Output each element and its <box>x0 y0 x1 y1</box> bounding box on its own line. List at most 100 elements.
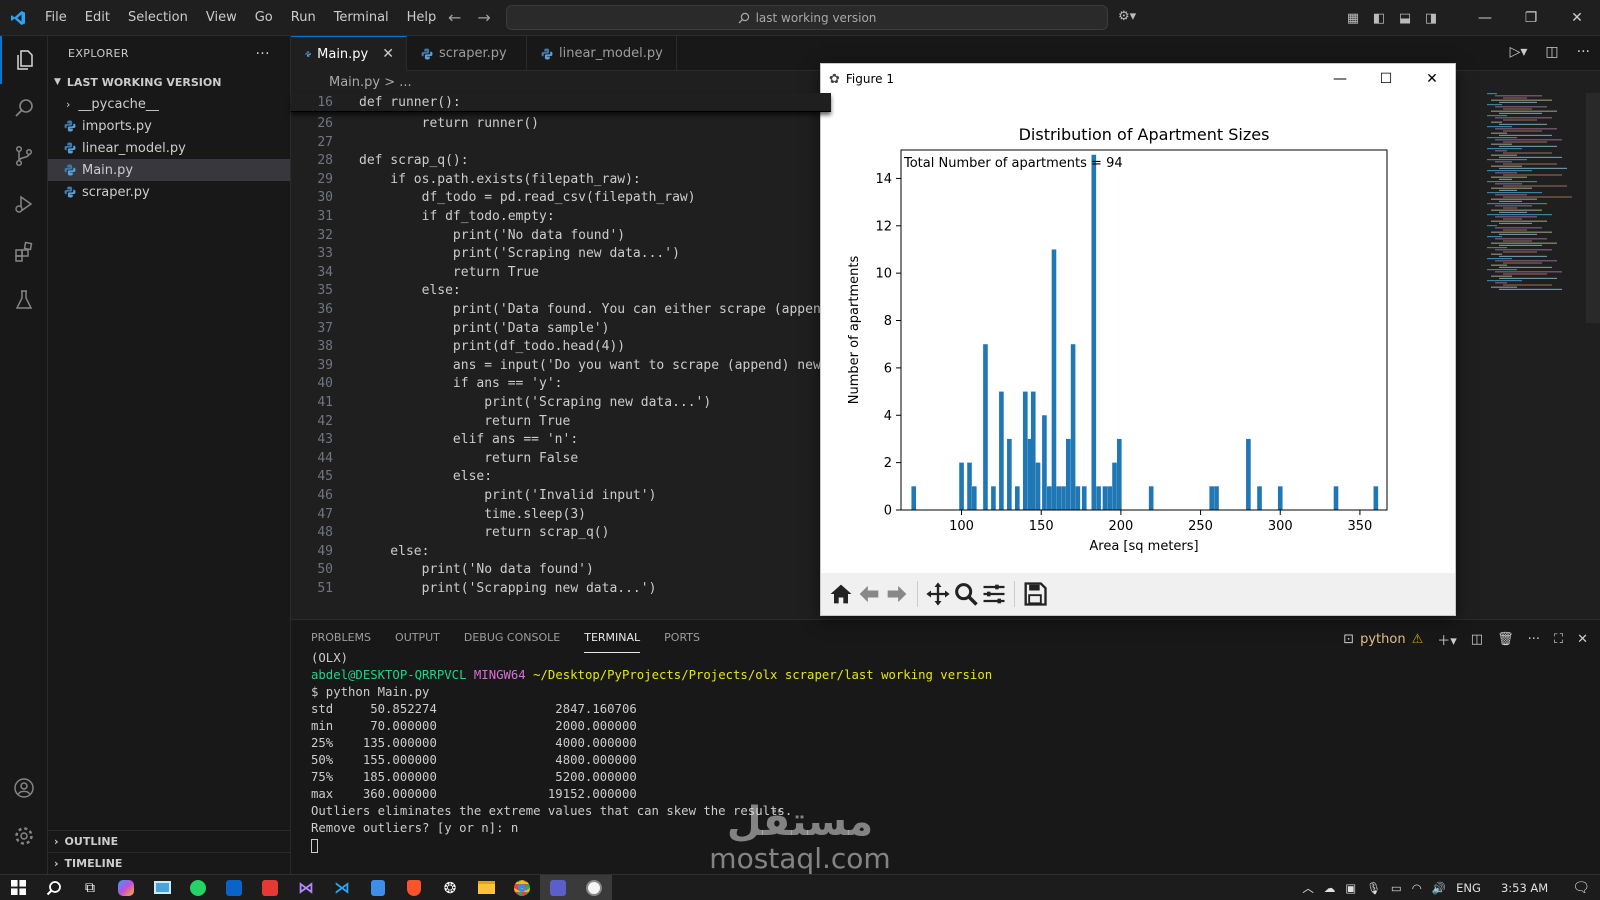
account-icon[interactable] <box>0 764 48 812</box>
menu-file[interactable]: File <box>36 10 76 25</box>
code-line[interactable]: 29 if os.path.exists(filepath_raw): <box>291 170 831 189</box>
panel-tab-terminal[interactable]: TERMINAL <box>584 623 641 653</box>
customize-layout-icon[interactable]: ▦ <box>1340 11 1366 26</box>
chatgpt-icon[interactable]: ❂ <box>432 875 468 900</box>
terminal-shell-name[interactable]: python <box>1360 632 1405 647</box>
close-tab-icon[interactable]: ✕ <box>382 46 394 62</box>
editor-scrollbar[interactable] <box>1586 93 1600 323</box>
minimap[interactable] <box>1487 93 1582 393</box>
search-icon[interactable] <box>0 84 48 132</box>
save-icon[interactable] <box>1021 580 1049 608</box>
maximize-panel-icon[interactable]: ⛶ <box>1554 632 1563 647</box>
menu-run[interactable]: Run <box>282 10 325 25</box>
code-line[interactable]: 44 return False <box>291 449 831 468</box>
timeline-section[interactable]: › TIMELINE <box>48 852 291 874</box>
workspace-folder-header[interactable]: ▼ LAST WORKING VERSION <box>48 71 290 93</box>
back-arrow-icon[interactable]: ← <box>448 8 461 27</box>
whatsapp-icon[interactable] <box>180 875 216 900</box>
zoom-icon[interactable] <box>952 580 980 608</box>
code-line[interactable]: 51 print('Scrapping new data...') <box>291 579 831 598</box>
desktop-app-icon[interactable] <box>144 875 180 900</box>
code-line[interactable]: 49 else: <box>291 542 831 561</box>
code-line[interactable]: 45 else: <box>291 467 831 486</box>
source-control-icon[interactable] <box>0 132 48 180</box>
panel-tab-ports[interactable]: PORTS <box>664 623 700 652</box>
toggle-secondary-sidebar-icon[interactable]: ◨ <box>1418 11 1444 26</box>
file-explorer-icon[interactable] <box>468 875 504 900</box>
code-line[interactable]: 43 elif ans == 'n': <box>291 430 831 449</box>
more-actions-icon[interactable]: ··· <box>1577 44 1590 60</box>
microphone-icon[interactable]: 🎙 <box>1366 881 1381 895</box>
clock[interactable]: 3:53 AM <box>1501 881 1548 895</box>
figure-close-icon[interactable]: ✕ <box>1409 64 1455 94</box>
code-line[interactable]: 39 ans = input('Do you want to scrape (a… <box>291 356 831 375</box>
menu-terminal[interactable]: Terminal <box>325 10 398 25</box>
panel-tab-problems[interactable]: PROBLEMS <box>311 623 371 652</box>
panel-tab-debug-console[interactable]: DEBUG CONSOLE <box>464 623 560 652</box>
new-terminal-icon[interactable]: ＋▾ <box>1437 630 1457 649</box>
menu-go[interactable]: Go <box>246 10 282 25</box>
split-terminal-icon[interactable]: ◫ <box>1471 632 1483 647</box>
python-figure-taskbar-icon[interactable] <box>576 874 612 900</box>
notifications-icon[interactable]: 🗨 <box>1572 880 1590 896</box>
pan-icon[interactable] <box>924 580 952 608</box>
close-panel-icon[interactable]: ✕ <box>1577 632 1588 647</box>
language-indicator[interactable]: ENG <box>1456 881 1481 895</box>
code-line[interactable]: 47 time.sleep(3) <box>291 505 831 524</box>
cloud-icon[interactable]: ☁ <box>1324 881 1336 895</box>
device-icon[interactable]: ▣ <box>1345 881 1356 895</box>
forward-arrow-icon[interactable]: → <box>477 8 490 27</box>
vscode-taskbar-icon[interactable]: ⋊ <box>324 875 360 900</box>
wps-office-icon[interactable] <box>252 875 288 900</box>
code-line[interactable]: 33 print('Scraping new data...') <box>291 244 831 263</box>
panel-tab-output[interactable]: OUTPUT <box>395 623 440 652</box>
windows-start-icon[interactable] <box>0 875 36 900</box>
code-line[interactable]: 30 df_todo = pd.read_csv(filepath_raw) <box>291 188 831 207</box>
tab-linear-model-py[interactable]: linear_model.py <box>527 36 677 71</box>
tab-main-py[interactable]: Main.py ✕ <box>291 36 407 71</box>
explorer-icon[interactable] <box>0 36 48 84</box>
chrome-icon[interactable] <box>504 875 540 900</box>
code-line[interactable]: 48 return scrap_q() <box>291 523 831 542</box>
outline-section[interactable]: › OUTLINE <box>48 830 291 852</box>
copilot-app-icon[interactable] <box>108 875 144 900</box>
code-line[interactable]: 50 print('No data found') <box>291 560 831 579</box>
figure-minimize-icon[interactable]: — <box>1317 64 1363 94</box>
chevron-up-icon[interactable]: ︿ <box>1302 880 1314 896</box>
outlook-icon[interactable] <box>216 875 252 900</box>
code-line[interactable]: 34 return True <box>291 263 831 282</box>
menu-edit[interactable]: Edit <box>76 10 119 25</box>
code-line[interactable]: 31 if df_todo.empty: <box>291 207 831 226</box>
tree-item-imports[interactable]: imports.py <box>48 115 290 137</box>
app-stack-icon[interactable] <box>360 875 396 900</box>
battery-icon[interactable]: ▭ <box>1391 881 1402 895</box>
minimize-icon[interactable]: — <box>1462 10 1508 26</box>
figure-maximize-icon[interactable]: ☐ <box>1363 64 1409 94</box>
code-line[interactable]: 37 print('Data sample') <box>291 319 831 338</box>
visual-studio-icon[interactable]: ⋈ <box>288 875 324 900</box>
menu-selection[interactable]: Selection <box>119 10 197 25</box>
more-actions-icon[interactable]: ··· <box>1528 632 1540 647</box>
taskbar-search-icon[interactable] <box>36 875 72 900</box>
code-line[interactable]: 46 print('Invalid input') <box>291 486 831 505</box>
tab-scraper-py[interactable]: scraper.py <box>407 36 527 71</box>
volume-icon[interactable]: 🔊 <box>1432 881 1446 895</box>
code-line[interactable]: 35 else: <box>291 281 831 300</box>
trash-icon[interactable]: 🗑 <box>1497 632 1514 647</box>
code-line[interactable]: 27 <box>291 133 831 152</box>
run-debug-icon[interactable] <box>0 180 48 228</box>
code-line[interactable]: 36 print('Data found. You can either scr… <box>291 300 831 319</box>
settings-gear-icon[interactable] <box>0 812 48 860</box>
sticky-scroll-line[interactable]: 16 def runner(): <box>291 93 831 112</box>
close-icon[interactable]: ✕ <box>1554 10 1600 26</box>
menu-view[interactable]: View <box>197 10 246 25</box>
tree-item-scraper[interactable]: scraper.py <box>48 181 290 203</box>
teams-icon[interactable] <box>540 874 576 900</box>
split-editor-icon[interactable]: ◫ <box>1545 44 1558 60</box>
forward-arrow-icon[interactable] <box>883 580 911 608</box>
extensions-icon[interactable] <box>0 228 48 276</box>
code-line[interactable]: 38 print(df_todo.head(4)) <box>291 337 831 356</box>
tree-item-linear-model[interactable]: linear_model.py <box>48 137 290 159</box>
code-line[interactable]: 28 def scrap_q(): <box>291 151 831 170</box>
wifi-icon[interactable]: ◠ <box>1412 881 1422 895</box>
